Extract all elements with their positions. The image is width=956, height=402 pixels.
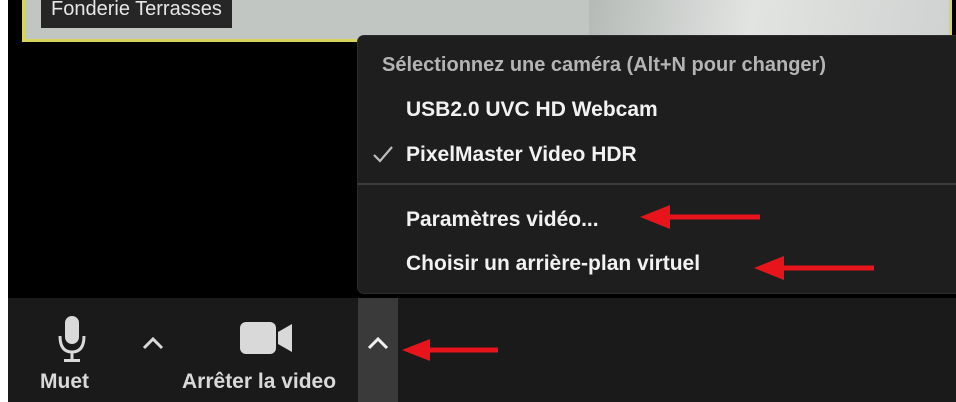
microphone-icon xyxy=(58,316,86,362)
video-options-button[interactable] xyxy=(358,298,398,402)
menu-divider xyxy=(358,183,956,185)
chevron-up-icon xyxy=(367,336,389,350)
camera-option-usb-webcam[interactable]: USB2.0 UVC HD Webcam xyxy=(358,90,956,130)
participant-name: Fonderie Terrasses xyxy=(41,0,232,28)
virtual-background-label: Choisir un arrière-plan virtuel xyxy=(406,252,701,275)
stop-video-button[interactable]: Arrêter la video xyxy=(178,298,358,402)
camera-option-pixelmaster[interactable]: PixelMaster Video HDR xyxy=(358,135,956,175)
checkmark-icon xyxy=(373,146,393,163)
video-background xyxy=(589,0,949,39)
red-arrow-icon xyxy=(402,339,498,361)
audio-options-chevron-icon[interactable] xyxy=(138,328,168,358)
video-camera-icon xyxy=(240,322,292,354)
camera-option-label: PixelMaster Video HDR xyxy=(406,143,637,166)
mute-label: Muet xyxy=(40,370,89,393)
red-arrow-icon xyxy=(754,256,874,280)
menu-header: Sélectionnez une caméra (Alt+N pour chan… xyxy=(382,54,826,76)
mute-button[interactable]: Muet xyxy=(32,298,112,402)
red-arrow-icon xyxy=(640,205,760,229)
video-settings-label: Paramètres vidéo... xyxy=(406,208,599,231)
stop-video-label: Arrêter la video xyxy=(182,370,337,393)
camera-option-label: USB2.0 UVC HD Webcam xyxy=(406,98,658,121)
